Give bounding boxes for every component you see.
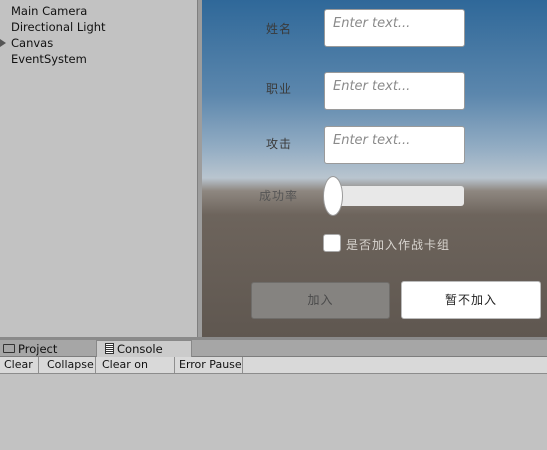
rate-slider-handle[interactable] xyxy=(323,176,343,216)
dock-tab-bar: Project Console xyxy=(0,340,547,357)
name-label: 姓名 xyxy=(266,22,293,36)
skip-button[interactable]: 暂不加入 xyxy=(401,281,541,319)
tab-console-label: Console xyxy=(117,342,163,356)
attack-input[interactable]: Enter text... xyxy=(324,126,465,164)
game-view: 姓名 Enter text... 职业 Enter text... 攻击 Ent… xyxy=(202,0,547,337)
error-pause-button[interactable]: Error Pause xyxy=(175,357,243,373)
tab-project-label: Project xyxy=(18,342,58,356)
tab-project[interactable]: Project xyxy=(3,341,93,357)
rate-label: 成功率 xyxy=(259,189,299,203)
expand-arrow-icon[interactable] xyxy=(0,39,6,47)
attack-label: 攻击 xyxy=(266,137,293,151)
folder-icon xyxy=(3,344,15,353)
console-icon xyxy=(105,343,114,354)
join-button[interactable]: 加入 xyxy=(251,282,390,319)
hierarchy-item-canvas[interactable]: Canvas xyxy=(11,35,53,51)
job-label: 职业 xyxy=(266,82,293,96)
hierarchy-item-main-camera[interactable]: Main Camera xyxy=(11,3,87,19)
console-log-area[interactable] xyxy=(0,374,547,450)
hierarchy-item-eventsystem[interactable]: EventSystem xyxy=(11,51,87,67)
clear-button[interactable]: Clear xyxy=(0,357,39,373)
tab-console[interactable]: Console xyxy=(96,340,192,357)
name-input[interactable]: Enter text... xyxy=(324,9,465,47)
join-deck-checkbox[interactable] xyxy=(323,234,341,252)
console-toolbar: Clear Collapse Clear on Play Error Pause xyxy=(0,357,547,387)
join-deck-checkbox-label: 是否加入作战卡组 xyxy=(346,238,451,252)
hierarchy-item-directional-light[interactable]: Directional Light xyxy=(11,19,106,35)
job-input[interactable]: Enter text... xyxy=(324,72,465,110)
rate-slider[interactable] xyxy=(330,186,464,206)
hierarchy-panel: Main Camera Directional Light Canvas Eve… xyxy=(0,0,197,337)
clear-on-play-button[interactable]: Clear on Play xyxy=(98,357,175,387)
collapse-button[interactable]: Collapse xyxy=(43,357,96,373)
